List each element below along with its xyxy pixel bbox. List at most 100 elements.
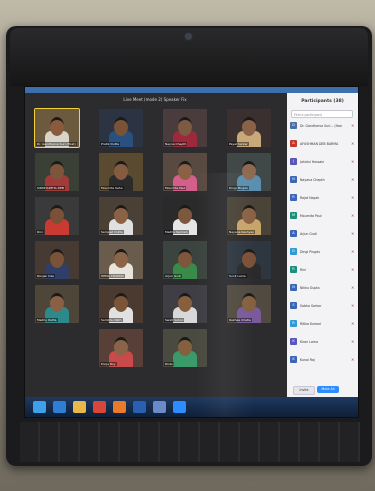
- participant-name-label: Sampad Dutta: [100, 230, 124, 234]
- video-tile[interactable]: Pratik Dutta: [99, 109, 143, 147]
- laptop-screen: Live Meet (mode 2) Speaker Fix Dr. Gandh…: [24, 86, 359, 418]
- participant-avatar: D: [290, 122, 297, 129]
- person-head: [49, 292, 65, 312]
- video-tile[interactable]: Arjun Gudi: [163, 241, 207, 279]
- participant-row[interactable]: R Rajat Nayak ✕: [290, 193, 356, 203]
- invite-button[interactable]: Invite: [293, 386, 315, 395]
- video-tile[interactable]: Sampad Dutta: [99, 197, 143, 235]
- participant-name-label: Madhu Sarmah: [164, 230, 189, 234]
- video-tile[interactable]: HEMA CHAKMA: [99, 241, 143, 279]
- video-tile[interactable]: Ranjan Das: [35, 241, 79, 279]
- participant-name-label: Arjun Gudi: [164, 274, 182, 278]
- participant-row[interactable]: N Nayana Chepth ✕: [290, 175, 356, 185]
- participant-row[interactable]: M Moumita Paul ✕: [290, 211, 356, 221]
- participant-name-label: HEMA CHAKMA: [100, 274, 125, 278]
- video-tile[interactable]: Nayana Kashyap: [227, 197, 271, 235]
- mic-muted-icon[interactable]: ✕: [351, 303, 355, 308]
- participant-name-label: Madhu Dutta: [36, 318, 58, 322]
- video-tile[interactable]: Pooja Roy: [99, 329, 143, 367]
- participant-avatar: M: [290, 212, 297, 219]
- participant-name: Rini: [300, 268, 307, 272]
- person-head: [49, 116, 65, 136]
- participant-avatar: A: [290, 230, 297, 237]
- zoom-icon[interactable]: [173, 401, 186, 413]
- video-tile[interactable]: Dingi Pingdu: [227, 153, 271, 191]
- participant-row[interactable]: A AYUSHMAN DEB BARMA ✕: [290, 139, 356, 149]
- mic-muted-icon[interactable]: ✕: [351, 213, 355, 218]
- person-head: [113, 160, 129, 180]
- participant-search-input[interactable]: Find a participant: [291, 110, 353, 118]
- participant-row[interactable]: R Ritika Kumari ✕: [290, 319, 356, 329]
- person-head: [113, 248, 129, 268]
- participant-avatar: K: [290, 356, 297, 363]
- participant-name-label: Moumita Saha: [100, 186, 124, 190]
- participant-avatar: R: [290, 194, 297, 201]
- person-head: [49, 204, 65, 224]
- video-tile[interactable]: Rini: [35, 197, 79, 235]
- participant-name-label: Nayna Chepth: [164, 142, 188, 146]
- participant-name-label: Swati Sahoo: [164, 318, 185, 322]
- participants-header: Participants (38): [301, 99, 344, 104]
- participant-avatar: S: [290, 302, 297, 309]
- person-head: [113, 116, 129, 136]
- participant-name: Moumita Paul: [300, 214, 322, 218]
- video-tile[interactable]: Moumita Saha: [99, 153, 143, 191]
- mic-muted-icon[interactable]: ✕: [351, 195, 355, 200]
- participant-name-label: Moumita Paul: [164, 186, 187, 190]
- mic-muted-icon[interactable]: ✕: [351, 141, 355, 146]
- folder-icon[interactable]: [73, 401, 86, 413]
- participant-row[interactable]: K Kiran Lama ✕: [290, 337, 356, 347]
- participant-avatar: K: [290, 338, 297, 345]
- participant-row[interactable]: DDr. Gandharva Suri... (Host, me) ✕: [290, 121, 356, 131]
- participant-row[interactable]: R Rini ✕: [290, 265, 356, 275]
- mic-muted-icon[interactable]: ✕: [351, 285, 355, 290]
- video-tile[interactable]: Moumita Paul: [163, 153, 207, 191]
- video-tile[interactable]: Sunil Lama: [227, 241, 271, 279]
- person-head: [241, 160, 257, 180]
- mute-all-button[interactable]: Mute All: [317, 386, 339, 393]
- person-head: [49, 248, 65, 268]
- mic-muted-icon[interactable]: ✕: [351, 249, 355, 254]
- participant-row[interactable]: J Jahidul Hossain ✕: [290, 157, 356, 167]
- video-tile[interactable]: Madhu Dutta: [35, 285, 79, 323]
- word-icon[interactable]: [133, 401, 146, 413]
- ie-icon[interactable]: [53, 401, 66, 413]
- person-head: [113, 336, 129, 356]
- participant-name: Kiran Lama: [300, 340, 319, 344]
- mic-muted-icon[interactable]: ✕: [351, 267, 355, 272]
- webcam-icon: [186, 34, 191, 39]
- mic-muted-icon[interactable]: ✕: [351, 231, 355, 236]
- participant-name-label: Sambhu Nath: [100, 318, 123, 322]
- mic-muted-icon[interactable]: ✕: [351, 357, 355, 362]
- participants-panel: Participants (38) Find a participant D Dr…: [287, 93, 358, 397]
- video-tile[interactable]: Rakhee Chetia: [227, 285, 271, 323]
- participant-row[interactable]: N Nikku Gupta ✕: [290, 283, 356, 293]
- video-tile[interactable]: Rinku: [163, 329, 207, 367]
- video-tile[interactable]: Payal Sarkar: [227, 109, 271, 147]
- video-tile[interactable]: Nayna Chepth: [163, 109, 207, 147]
- participant-row[interactable]: S Sobha Sarkar ✕: [290, 301, 356, 311]
- participant-row[interactable]: A Arjun Gudi ✕: [290, 229, 356, 239]
- mic-muted-icon[interactable]: ✕: [351, 339, 355, 344]
- start-icon[interactable]: [33, 401, 46, 413]
- participant-row[interactable]: K Kunal Raj ✕: [290, 355, 356, 365]
- mic-muted-icon[interactable]: ✕: [351, 177, 355, 182]
- mic-muted-icon[interactable]: ✕: [351, 321, 355, 326]
- person-head: [49, 160, 65, 180]
- chrome-icon[interactable]: [93, 401, 106, 413]
- participant-row[interactable]: D Dingi Pingdu ✕: [290, 247, 356, 257]
- media-icon[interactable]: [113, 401, 126, 413]
- participant-name-label: Pooja Roy: [100, 362, 117, 366]
- mic-muted-icon[interactable]: ✕: [351, 159, 355, 164]
- app-icon[interactable]: [153, 401, 166, 413]
- video-tile[interactable]: SIDDHARTHA DEB: [35, 153, 79, 191]
- video-tile[interactable]: Swati Sahoo: [163, 285, 207, 323]
- participant-name-label: Dr. Gandharva Suri (Host): [36, 142, 77, 146]
- participant-name: Dr. Gandharva Suri... (Host, me): [300, 124, 342, 128]
- video-tile[interactable]: Sambhu Nath: [99, 285, 143, 323]
- video-tile[interactable]: Madhu Sarmah: [163, 197, 207, 235]
- person-head: [241, 116, 257, 136]
- video-tile[interactable]: Dr. Gandharva Suri (Host): [34, 108, 80, 148]
- participant-name-label: Rakhee Chetia: [228, 318, 252, 322]
- mic-muted-icon[interactable]: ✕: [351, 123, 355, 128]
